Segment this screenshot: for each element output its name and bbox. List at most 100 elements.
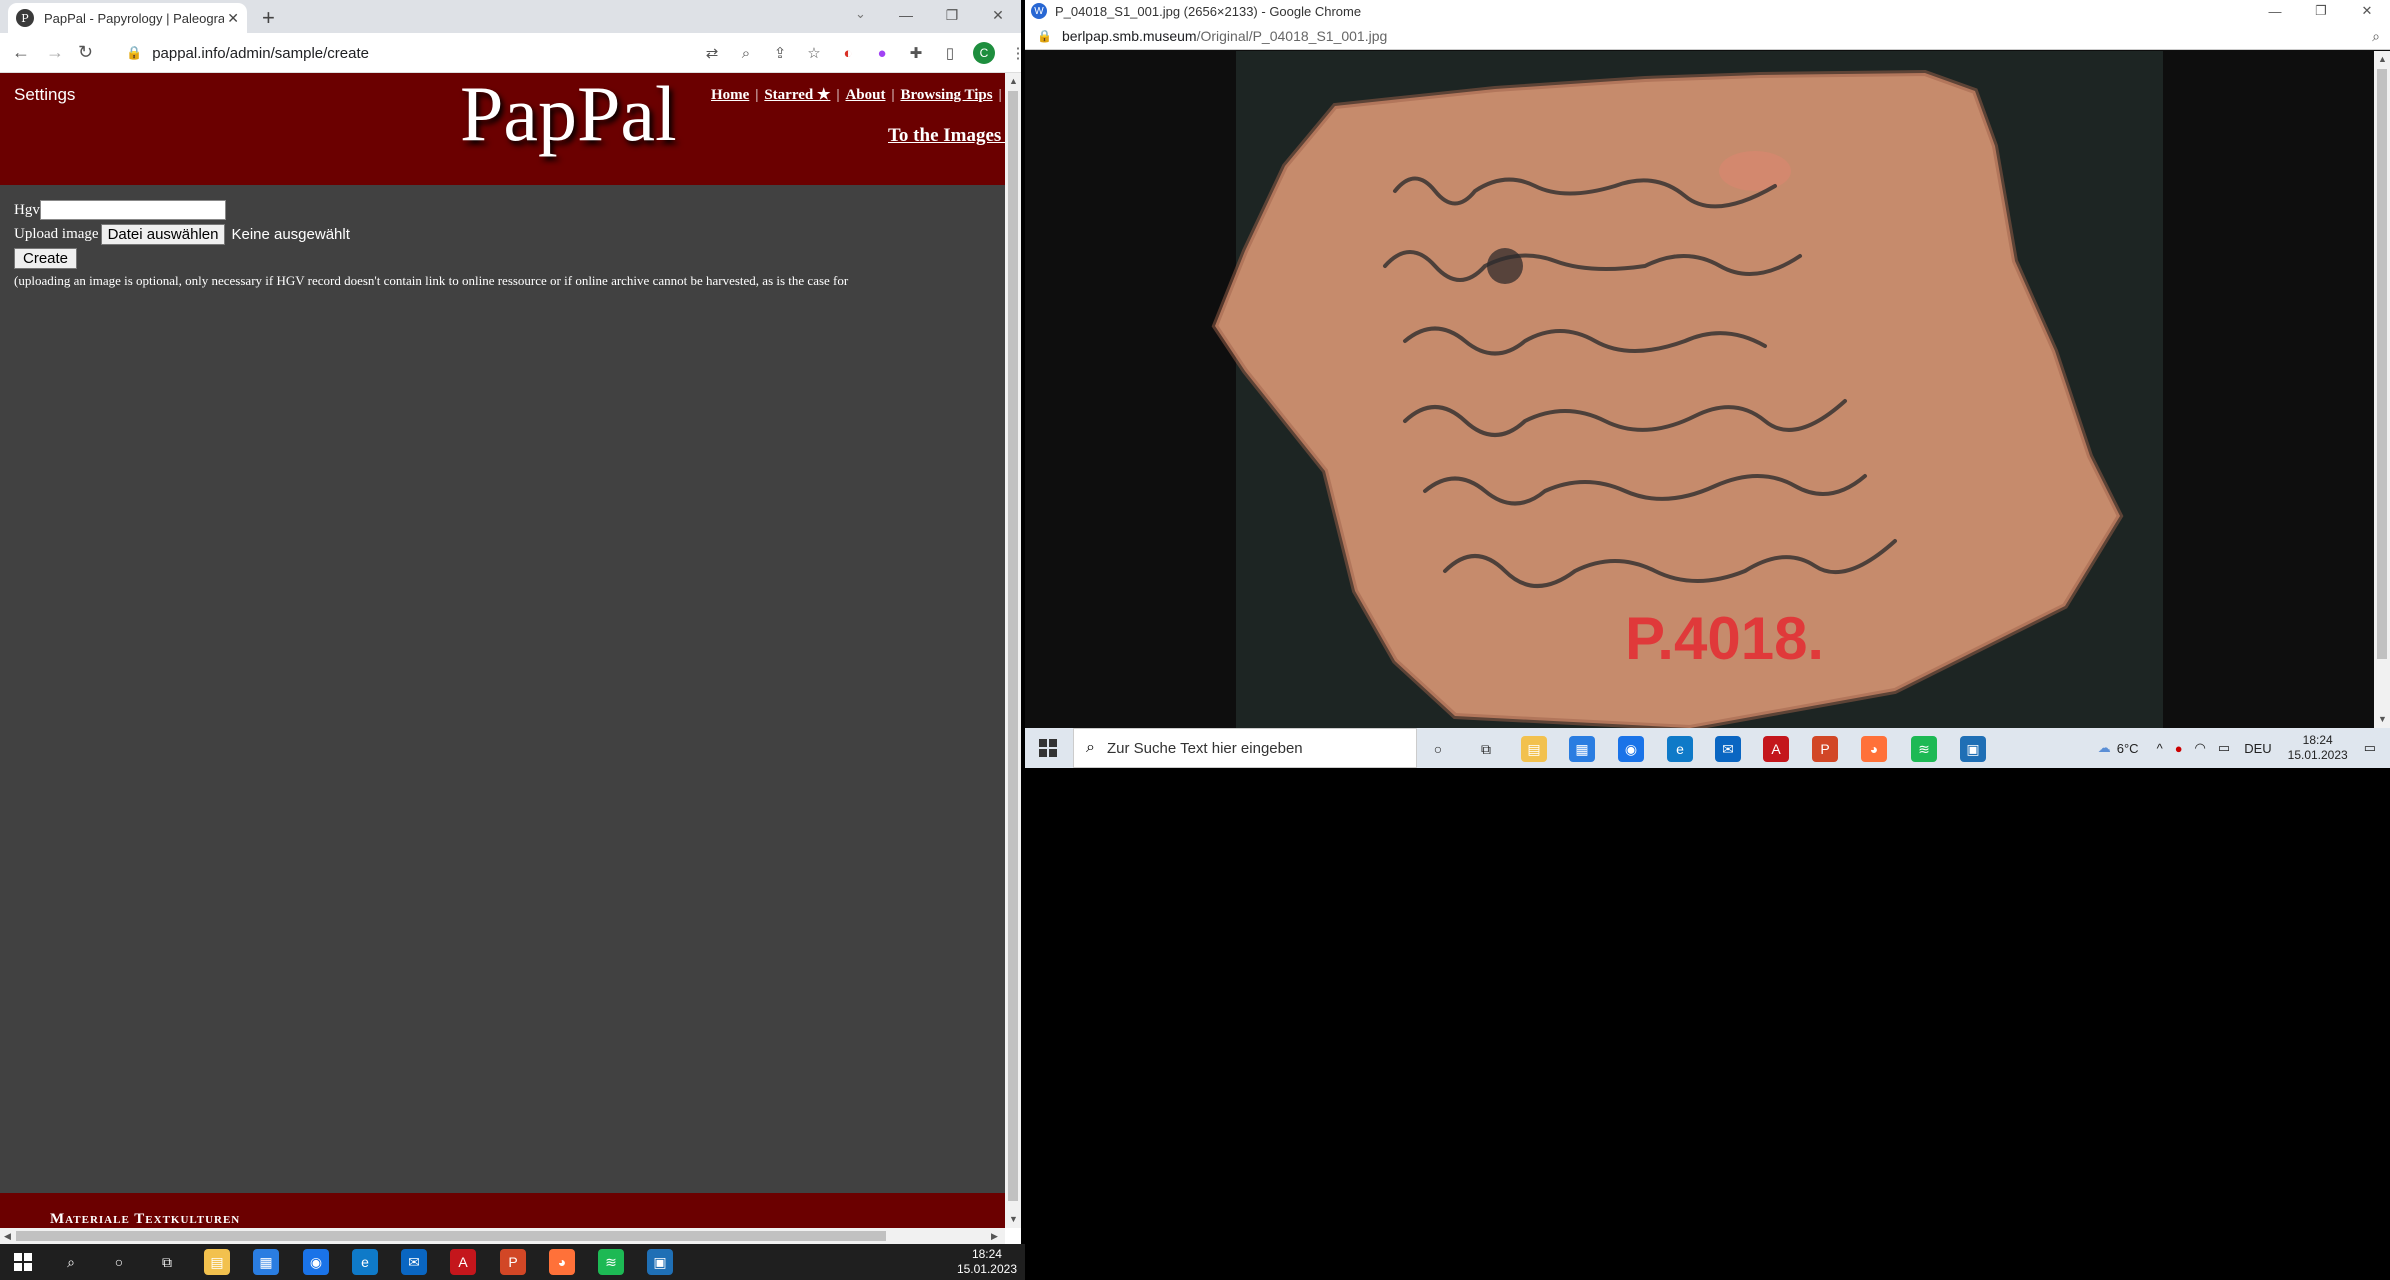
reload-icon[interactable]: ↻ xyxy=(78,42,93,63)
cortana-icon[interactable]: ○ xyxy=(1425,736,1451,762)
windows-start-icon[interactable] xyxy=(1039,739,1057,757)
back-arrow-icon[interactable]: ← xyxy=(12,42,30,63)
extension-purple-icon[interactable]: ● xyxy=(865,41,899,65)
restore-icon[interactable]: ❐ xyxy=(929,0,975,30)
bookmark-star-icon[interactable]: ☆ xyxy=(797,41,831,65)
url-text: pappal.info/admin/sample/create xyxy=(152,44,369,62)
right-vertical-scrollbar[interactable]: ▲ ▼ xyxy=(2374,51,2390,728)
firefox-icon[interactable]: ◕ xyxy=(1861,736,1887,762)
settings-link[interactable]: Settings xyxy=(14,85,75,105)
nav-about[interactable]: About xyxy=(845,87,885,103)
horizontal-scrollbar[interactable]: ◀ ▶ xyxy=(0,1228,1005,1244)
windows-start-icon-left[interactable] xyxy=(14,1253,32,1271)
right-restore-icon[interactable]: ❐ xyxy=(2298,0,2344,22)
taskbar-clock-left[interactable]: 18:24 15.01.2023 xyxy=(957,1247,1017,1277)
site-header: Settings PapPal Home | Starred ★ | About | Bro… xyxy=(0,73,1005,185)
choose-file-button[interactable]: Datei auswählen xyxy=(100,223,226,245)
edge-icon[interactable]: e xyxy=(1667,736,1693,762)
powerpoint-icon[interactable]: P xyxy=(1812,736,1838,762)
tray-chevron-up-icon[interactable]: ^ xyxy=(2157,741,2163,756)
left-browser-window: P PapPal - Papyrology | Paleography ✕ + … xyxy=(0,0,1021,1244)
taskbar-left: ⌕ ○ ⧉ ▤ ▦ ◉ e ✉ A P ◕ ≋ ▣ 18:24 15.01.20… xyxy=(0,1244,1025,1280)
right-scroll-thumb[interactable] xyxy=(2377,69,2387,659)
file-explorer-icon[interactable]: ▤ xyxy=(1521,736,1547,762)
scroll-down-arrow-icon[interactable]: ▼ xyxy=(1009,1214,1018,1224)
scroll-left-arrow-icon[interactable]: ◀ xyxy=(4,1231,11,1242)
create-button[interactable]: Create xyxy=(14,247,78,269)
zoom-icon[interactable]: ⌕ xyxy=(729,41,763,65)
close-tab-icon[interactable]: ✕ xyxy=(227,10,239,27)
side-panel-icon[interactable]: ▯ xyxy=(933,41,967,65)
vertical-scroll-thumb[interactable] xyxy=(1008,91,1018,1201)
tab-pappal[interactable]: P PapPal - Papyrology | Paleography ✕ xyxy=(8,3,247,33)
temperature-text[interactable]: 6°C xyxy=(2117,741,2139,756)
menu-kebab-icon[interactable]: ⋮ xyxy=(1001,41,1022,65)
vertical-scrollbar[interactable]: ▲ ▼ xyxy=(1005,73,1021,1228)
lock-icon[interactable]: 🔒 xyxy=(126,45,142,61)
firefox-icon-left[interactable]: ◕ xyxy=(549,1249,575,1275)
translate-icon[interactable]: ⇄ xyxy=(695,41,729,65)
hgv-input[interactable] xyxy=(39,200,226,220)
taskbar-clock[interactable]: 18:24 15.01.2023 xyxy=(2288,733,2348,763)
nav-browsing-tips[interactable]: Browsing Tips xyxy=(900,87,992,103)
right-scroll-up-icon[interactable]: ▲ xyxy=(2378,54,2387,64)
scroll-up-arrow-icon[interactable]: ▲ xyxy=(1009,76,1018,86)
address-bar[interactable]: 🔒 pappal.info/admin/sample/create xyxy=(112,38,712,68)
site-nav: Home | Starred ★ | About | Browsing Tips | xyxy=(711,87,1002,103)
extensions-puzzle-icon[interactable]: ✚ xyxy=(899,41,933,65)
clock-time-left: 18:24 xyxy=(971,1247,1002,1261)
file-explorer-icon-left[interactable]: ▤ xyxy=(204,1249,230,1275)
extension-red-icon[interactable]: ◐ xyxy=(831,41,865,65)
forward-arrow-icon[interactable]: → xyxy=(46,42,64,63)
mail-icon[interactable]: ✉ xyxy=(1715,736,1741,762)
weather-cloud-icon[interactable]: ☁ xyxy=(2098,740,2111,756)
photos-icon[interactable]: ▣ xyxy=(1960,736,1986,762)
right-window-title: P_04018_S1_001.jpg (2656×2133) - Google … xyxy=(1055,3,1362,19)
right-lock-icon[interactable]: 🔒 xyxy=(1037,29,1052,43)
toolbar-icons: ⇄ ⌕ ⇪ ☆ ◐ ● ✚ ▯ C ⋮ xyxy=(695,41,1021,65)
close-window-icon[interactable]: ✕ xyxy=(975,0,1021,30)
microsoft-store-icon[interactable]: ▦ xyxy=(1569,736,1595,762)
right-address-bar[interactable]: 🔒 berlpap.smb.museum/Original/P_04018_S1… xyxy=(1025,22,2390,50)
photos-icon-left[interactable]: ▣ xyxy=(647,1249,673,1275)
chrome-icon[interactable]: ◉ xyxy=(1618,736,1644,762)
minimize-icon[interactable]: — xyxy=(883,0,929,30)
chrome-icon-left[interactable]: ◉ xyxy=(303,1249,329,1275)
right-zoom-icon[interactable]: ⌕ xyxy=(2372,28,2380,45)
search-icon[interactable]: ⌕ xyxy=(58,1249,84,1275)
acrobat-icon[interactable]: A xyxy=(1763,736,1789,762)
spotify-icon[interactable]: ≋ xyxy=(1911,736,1937,762)
spotify-icon-left[interactable]: ≋ xyxy=(598,1249,624,1275)
right-minimize-icon[interactable]: — xyxy=(2252,0,2298,22)
nav-starred[interactable]: Starred ★ xyxy=(764,87,830,103)
right-scroll-down-icon[interactable]: ▼ xyxy=(2378,714,2387,724)
taskbar-search-box[interactable]: ⌕ Zur Suche Text hier eingeben xyxy=(1073,728,1417,768)
language-indicator[interactable]: DEU xyxy=(2244,741,2271,756)
scroll-right-arrow-icon[interactable]: ▶ xyxy=(991,1231,998,1242)
edge-icon-left[interactable]: e xyxy=(352,1249,378,1275)
ostracon-image: P.4018. xyxy=(1211,51,2163,728)
powerpoint-icon-left[interactable]: P xyxy=(500,1249,526,1275)
acrobat-icon-left[interactable]: A xyxy=(450,1249,476,1275)
taskbar-right: ⌕ Zur Suche Text hier eingeben ○ ⧉ ▤ ▦ ◉… xyxy=(1025,728,2390,768)
footer-link[interactable]: Materiale Textkulturen xyxy=(50,1211,240,1228)
to-images-link[interactable]: To the Images .. xyxy=(888,125,1005,147)
battery-icon[interactable]: ▭ xyxy=(2218,740,2230,756)
wifi-icon[interactable]: ◠ xyxy=(2195,740,2206,756)
site-logo[interactable]: PapPal xyxy=(460,73,677,159)
profile-avatar[interactable]: C xyxy=(973,42,995,64)
mail-icon-left[interactable]: ✉ xyxy=(401,1249,427,1275)
share-icon[interactable]: ⇪ xyxy=(763,41,797,65)
store-icon-left[interactable]: ▦ xyxy=(253,1249,279,1275)
task-view-icon[interactable]: ⧉ xyxy=(1473,736,1499,762)
tab-search-chevron-icon[interactable]: ⌄ xyxy=(855,6,866,22)
upload-note: (uploading an image is optional, only ne… xyxy=(14,273,849,288)
right-close-icon[interactable]: ✕ xyxy=(2344,0,2390,22)
cortana-icon-left[interactable]: ○ xyxy=(106,1249,132,1275)
horizontal-scroll-thumb[interactable] xyxy=(16,1231,886,1241)
tray-app-icon[interactable]: ● xyxy=(2175,741,2183,756)
task-view-icon-left[interactable]: ⧉ xyxy=(154,1249,180,1275)
new-tab-plus-icon[interactable]: + xyxy=(262,5,275,31)
nav-home[interactable]: Home xyxy=(711,87,749,103)
notification-icon[interactable]: ▭ xyxy=(2364,740,2376,756)
